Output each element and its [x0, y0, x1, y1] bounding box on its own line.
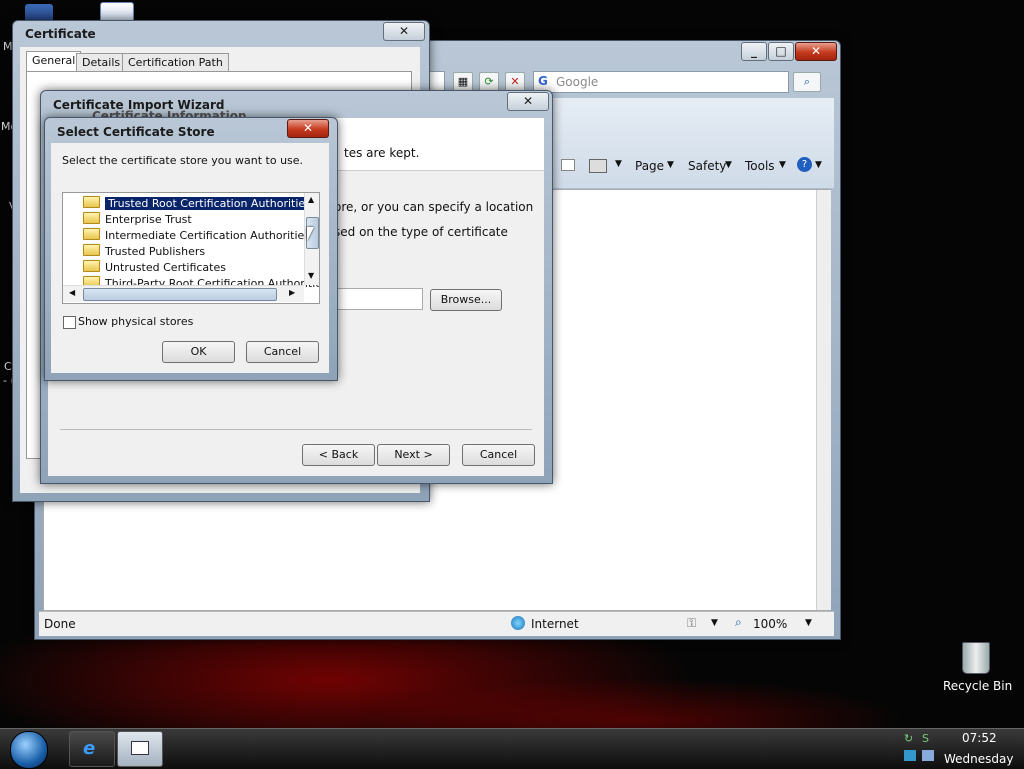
search-icon[interactable]: ⌕ — [793, 72, 821, 92]
show-physical-label[interactable]: Show physical stores — [78, 315, 193, 328]
scroll-down-icon[interactable]: ▼ — [308, 271, 314, 280]
status-bar: Done Internet ⚿ ▼ ⌕ 100% ▼ — [39, 611, 834, 636]
compatibility-icon[interactable]: ▦ — [453, 72, 473, 92]
scroll-right-icon[interactable]: ▶ — [289, 288, 295, 297]
search-placeholder: Google — [556, 75, 599, 89]
status-text: Done — [44, 617, 76, 631]
search-input[interactable]: G Google — [533, 71, 789, 93]
feeds-icon[interactable] — [561, 159, 575, 171]
zoom-dropdown-icon[interactable]: ▼ — [805, 618, 812, 628]
safety-dropdown-icon[interactable]: ▼ — [725, 160, 732, 170]
tray-sync-icon[interactable]: S — [922, 732, 929, 745]
store-path-field[interactable] — [334, 288, 423, 310]
stop-icon[interactable]: ✕ — [505, 72, 525, 92]
tree-item[interactable]: Trusted Publishers — [83, 244, 205, 260]
safety-menu[interactable]: Safety — [688, 159, 726, 173]
google-icon: G — [538, 74, 548, 88]
protected-dropdown-icon[interactable]: ▼ — [711, 618, 718, 628]
close-button[interactable]: ✕ — [383, 22, 425, 41]
close-button[interactable]: ✕ — [287, 119, 329, 138]
dialog-title: Select Certificate Store — [57, 125, 215, 139]
tray-network-icon[interactable]: ↻ — [904, 732, 913, 745]
minimize-button[interactable]: _ — [741, 42, 767, 61]
tray-app-icon[interactable] — [904, 750, 916, 761]
maximize-button[interactable]: □ — [768, 42, 794, 61]
refresh-icon[interactable]: ⟳ — [479, 72, 499, 92]
clock-day[interactable]: Wednesday — [944, 752, 1013, 766]
zoom-level[interactable]: 100% — [753, 617, 787, 631]
store-tree[interactable]: Trusted Root Certification Authorities E… — [62, 192, 320, 304]
page-menu[interactable]: Page — [635, 159, 664, 173]
taskbar-window-button[interactable] — [117, 731, 163, 767]
browse-button[interactable]: Browse... — [430, 289, 502, 311]
tray-app-icon-2[interactable] — [922, 750, 934, 761]
wizard-text: tes are kept. — [344, 146, 420, 160]
zoom-icon[interactable]: ⌕ — [735, 615, 742, 630]
wizard-divider — [60, 429, 532, 430]
close-button[interactable]: ✕ — [795, 42, 837, 61]
recycle-bin-label[interactable]: Recycle Bin — [943, 679, 1012, 693]
folder-icon — [83, 260, 100, 272]
recycle-bin-icon[interactable] — [962, 642, 990, 674]
folder-icon — [83, 196, 100, 208]
scroll-up-icon[interactable]: ▲ — [308, 195, 314, 204]
wizard-text: sed on the type of certificate — [334, 225, 508, 239]
clock-time[interactable]: 07:52 — [962, 731, 997, 745]
window-title: Certificate — [25, 27, 96, 41]
print-dropdown-icon[interactable]: ▼ — [615, 159, 622, 169]
tab-strip: General Details Certification Path — [26, 51, 412, 72]
tab-certification-path[interactable]: Certification Path — [122, 53, 229, 72]
instruction-text: Select the certificate store you want to… — [62, 154, 304, 167]
print-icon[interactable] — [589, 159, 607, 173]
folder-icon — [83, 212, 100, 224]
tab-general[interactable]: General — [26, 51, 82, 72]
mouse-cursor-icon — [307, 227, 314, 241]
start-button[interactable] — [10, 731, 48, 769]
scroll-thumb-h[interactable] — [83, 288, 277, 301]
tools-dropdown-icon[interactable]: ▼ — [779, 160, 786, 170]
close-button[interactable]: ✕ — [507, 92, 549, 111]
back-button[interactable]: < Back — [302, 444, 375, 466]
help-icon[interactable]: ? — [797, 157, 812, 172]
folder-icon — [83, 228, 100, 240]
tree-item[interactable]: Trusted Root Certification Authorities — [83, 196, 314, 212]
zone-label: Internet — [531, 617, 579, 631]
cancel-button[interactable]: Cancel — [246, 341, 319, 363]
tree-item[interactable]: Intermediate Certification Authorities — [83, 228, 310, 244]
vertical-scrollbar[interactable] — [816, 190, 831, 610]
tools-menu[interactable]: Tools — [745, 159, 775, 173]
taskbar-ie-button[interactable]: e — [69, 731, 115, 767]
protected-mode-icon[interactable]: ⚿ — [687, 616, 696, 631]
ie-icon: e — [83, 738, 96, 759]
tree-item[interactable]: Enterprise Trust — [83, 212, 192, 228]
tab-details[interactable]: Details — [76, 53, 127, 72]
horizontal-scrollbar[interactable]: ◀ ▶ — [63, 285, 304, 302]
wizard-text: ore, or you can specify a location — [334, 200, 534, 214]
show-physical-checkbox[interactable] — [63, 316, 76, 329]
globe-icon — [511, 616, 525, 630]
dialog-body: Select the certificate store you want to… — [51, 143, 329, 373]
page-dropdown-icon[interactable]: ▼ — [667, 160, 674, 170]
next-button[interactable]: Next > — [377, 444, 450, 466]
cancel-button[interactable]: Cancel — [462, 444, 535, 466]
select-store-dialog: Select Certificate Store ✕ Select the ce… — [44, 117, 338, 381]
ok-button[interactable]: OK — [162, 341, 235, 363]
help-dropdown-icon[interactable]: ▼ — [815, 160, 822, 170]
folder-icon — [83, 244, 100, 256]
window-icon — [131, 741, 149, 755]
scroll-left-icon[interactable]: ◀ — [69, 288, 75, 297]
tree-item[interactable]: Untrusted Certificates — [83, 260, 226, 276]
